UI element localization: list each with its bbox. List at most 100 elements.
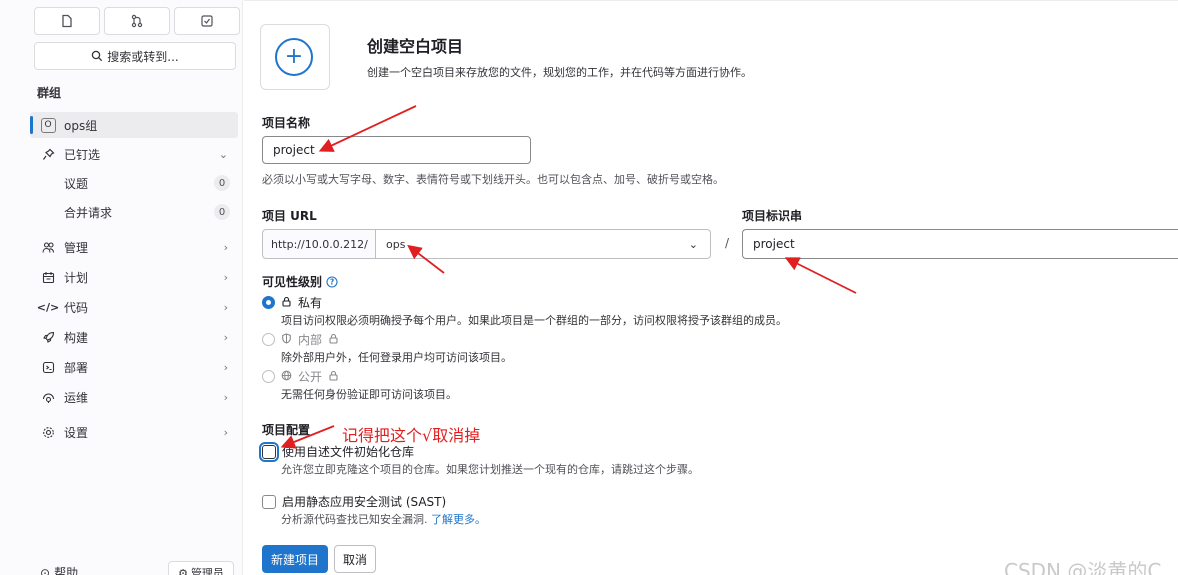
arrow-to-slug: [784, 257, 857, 294]
visibility-internal[interactable]: 内部: [262, 331, 339, 348]
project-name-input[interactable]: project: [262, 136, 531, 164]
chevron-down-icon: ⌄: [218, 147, 228, 161]
sidebar: 搜索或转到... 群组 O ops组 已钉选 ⌄ 议题 0 合并请求 0 管理 …: [0, 0, 243, 575]
new-file-icon: [62, 14, 72, 28]
help-button[interactable]: ⊙ 帮助: [40, 564, 78, 575]
search-button[interactable]: 搜索或转到...: [34, 42, 236, 70]
merge-requests-button[interactable]: [104, 7, 170, 35]
learn-more-link[interactable]: 了解更多。: [431, 513, 486, 526]
cancel-button[interactable]: 取消: [334, 545, 376, 573]
calendar-icon: [40, 271, 56, 284]
init-readme-label: 使用自述文件初始化仓库: [282, 445, 415, 459]
main-content: + 创建空白项目 创建一个空白项目来存放您的文件，规划您的工作，并在代码等方面进…: [244, 0, 1178, 575]
init-readme-option[interactable]: 使用自述文件初始化仓库: [262, 443, 414, 460]
merge-request-icon: [131, 14, 143, 28]
code-icon: </>: [36, 300, 60, 314]
shield-icon: [281, 332, 292, 347]
project-slug-input[interactable]: project: [742, 229, 1178, 259]
admin-label: 管理员: [190, 567, 224, 575]
sast-option[interactable]: 启用静态应用安全测试 (SAST): [262, 493, 446, 510]
todos-button[interactable]: [174, 7, 240, 35]
count-badge: 0: [214, 204, 230, 220]
admin-icon: ⚙: [178, 566, 188, 575]
radio-public[interactable]: [262, 370, 275, 383]
globe-icon: [281, 370, 292, 384]
visibility-private-desc: 项目访问权限必须明确授予每个用户。如果此项目是一个群组的一部分，访问权限将授予该…: [281, 314, 787, 327]
sidebar-item-operate[interactable]: 运维 ›: [30, 384, 238, 410]
search-label: 搜索或转到...: [107, 49, 179, 64]
visibility-public[interactable]: 公开: [262, 368, 339, 385]
annotation-arrows: [280, 105, 857, 449]
sidebar-item-pinned[interactable]: 已钉选 ⌄: [30, 141, 238, 167]
sidebar-item-label: 合并请求: [64, 205, 113, 220]
visibility-public-label: 公开: [298, 370, 323, 384]
rocket-icon: [40, 331, 56, 344]
admin-button[interactable]: ⚙ 管理员: [168, 561, 234, 575]
namespace-value: ops: [386, 237, 406, 251]
sidebar-item-manage[interactable]: 管理 ›: [30, 234, 238, 260]
project-config-label: 项目配置: [262, 423, 311, 437]
sidebar-item-label: 代码: [64, 300, 89, 315]
visibility-internal-desc: 除外部用户外，任何登录用户均可访问该项目。: [281, 351, 512, 364]
radio-internal[interactable]: [262, 333, 275, 346]
sidebar-item-label: 管理: [64, 240, 89, 255]
visibility-heading: 可见性级别 ?: [262, 273, 338, 290]
sidebar-item-settings[interactable]: 设置 ›: [30, 419, 238, 445]
visibility-private[interactable]: 私有: [262, 294, 322, 311]
create-project-button[interactable]: 新建项目: [262, 545, 328, 573]
sidebar-item-plan[interactable]: 计划 ›: [30, 264, 238, 290]
users-icon: [40, 241, 56, 254]
sidebar-item-label: 运维: [64, 390, 89, 405]
url-separator: /: [725, 236, 730, 250]
lock-icon: [328, 333, 339, 347]
sidebar-item-issues[interactable]: 议题 0: [64, 170, 238, 196]
lock-icon: [281, 296, 292, 310]
sast-desc-text: 分析源代码查找已知安全漏洞.: [281, 513, 428, 526]
sast-checkbox[interactable]: [262, 494, 276, 509]
help-circle-icon[interactable]: ?: [326, 275, 338, 288]
chevron-right-icon: ›: [223, 240, 228, 254]
chevron-right-icon: ›: [223, 300, 228, 314]
sast-label: 启用静态应用安全测试 (SAST): [282, 495, 447, 509]
init-readme-checkbox[interactable]: [262, 444, 276, 459]
group-heading: 群组: [37, 86, 62, 100]
count-badge: 0: [214, 175, 230, 191]
plus-icon: +: [275, 38, 313, 76]
monitor-icon: [40, 391, 56, 404]
gear-icon: [40, 426, 56, 439]
sidebar-item-build[interactable]: 构建 ›: [30, 324, 238, 350]
project-slug-label: 项目标识串: [742, 209, 803, 223]
chevron-right-icon: ›: [223, 425, 228, 439]
sidebar-item-deploy[interactable]: 部署 ›: [30, 354, 238, 380]
sast-desc: 分析源代码查找已知安全漏洞. 了解更多。: [281, 511, 486, 527]
visibility-public-desc: 无需任何身份验证即可访问该项目。: [281, 388, 457, 401]
sidebar-item-merge-requests[interactable]: 合并请求 0: [64, 199, 238, 225]
sidebar-item-label: ops组: [64, 118, 98, 133]
watermark: CSDN @淡黄的C: [1004, 559, 1162, 575]
project-url-label: 项目 URL: [262, 209, 317, 223]
chevron-down-icon: ⌄: [688, 237, 698, 251]
chevron-right-icon: ›: [223, 270, 228, 284]
sidebar-item-label: 构建: [64, 330, 89, 345]
lock-icon: [328, 370, 339, 384]
init-readme-desc: 允许您立即克隆这个项目的仓库。如果您计划推送一个现有的仓库，请跳过这个步骤。: [281, 463, 699, 476]
todo-check-icon: [201, 15, 213, 27]
project-name-help: 必须以小写或大写字母、数字、表情符号或下划线开头。也可以包含点、加号、破折号或空…: [262, 173, 724, 186]
search-icon: [92, 50, 103, 62]
visibility-private-label: 私有: [298, 296, 323, 310]
help-icon: ⊙: [40, 565, 51, 575]
radio-private[interactable]: [262, 296, 275, 309]
sidebar-item-label: 设置: [64, 425, 89, 440]
sidebar-item-group[interactable]: O ops组: [30, 112, 238, 138]
sidebar-item-code[interactable]: </> 代码 ›: [30, 294, 238, 320]
visibility-label: 可见性级别: [262, 275, 323, 289]
chevron-right-icon: ›: [223, 360, 228, 374]
namespace-select[interactable]: ops ⌄: [375, 229, 711, 259]
chevron-right-icon: ›: [223, 390, 228, 404]
sidebar-item-label: 计划: [64, 270, 89, 285]
sidebar-top-actions: [34, 7, 240, 35]
new-item-button[interactable]: [34, 7, 100, 35]
page-description: 创建一个空白项目来存放您的文件，规划您的工作，并在代码等方面进行协作。: [367, 66, 752, 79]
url-prefix: http://10.0.0.212/: [262, 229, 376, 259]
svg-text:?: ?: [330, 277, 334, 286]
